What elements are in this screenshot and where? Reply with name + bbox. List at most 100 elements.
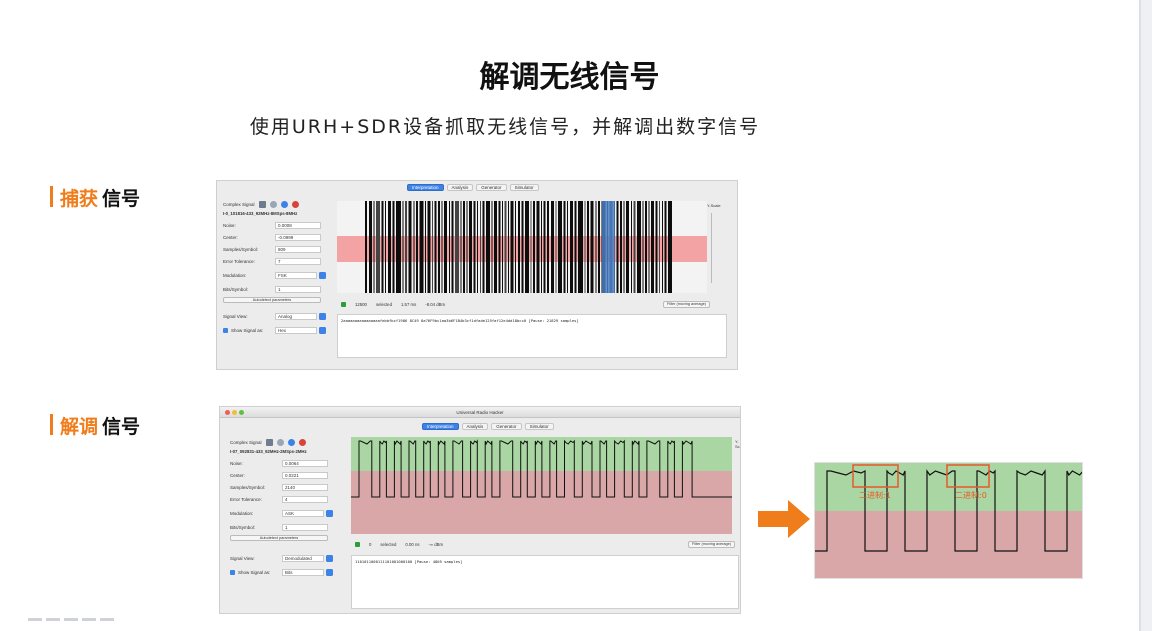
save-icon[interactable]	[265, 438, 273, 446]
window-zoom-icon[interactable]	[239, 410, 244, 415]
modulation-select[interactable]: FSK	[275, 271, 317, 279]
replay-icon[interactable]	[287, 438, 295, 446]
selection-power: -∞ dBm	[428, 542, 444, 547]
autodetect-button[interactable]: Autodetect parameters	[223, 297, 321, 303]
signal-bar	[441, 201, 443, 293]
bits-symbol-input[interactable]: 1	[275, 285, 321, 293]
demod-waveform	[351, 437, 732, 534]
tab-simulator[interactable]: Simulator	[524, 423, 554, 430]
param-modulation: Modulation: ASK	[230, 505, 348, 521]
demod-screenshot: Universal Radio Hacker Interpretation An…	[219, 406, 741, 614]
window-close-icon[interactable]	[225, 410, 230, 415]
signal-bar	[521, 201, 524, 293]
play-icon[interactable]	[355, 542, 360, 547]
signal-bar	[508, 201, 509, 293]
signal-view-select[interactable]: Demodulated	[282, 554, 324, 562]
signal-view-label: Signal View:	[223, 313, 248, 319]
signal-bar	[460, 201, 462, 293]
window-titlebar: Universal Radio Hacker	[220, 407, 740, 418]
y-scale-label: Y-Sc	[735, 439, 740, 449]
show-signal-select[interactable]: Hex	[275, 326, 317, 334]
signal-bar	[620, 201, 622, 293]
capture-tab-bar: Interpretation Analysis Generator Simula…	[407, 184, 539, 191]
demod-param-panel: Complex Signal I-07_092831-433_92MHz-2MS…	[230, 437, 348, 579]
signal-bar	[587, 201, 589, 293]
show-signal-dropdown-icon[interactable]	[319, 326, 326, 334]
noise-input[interactable]: 0.0008	[275, 221, 321, 229]
signal-bar	[491, 201, 493, 293]
tab-simulator[interactable]: Simulator	[509, 184, 539, 191]
signal-bar	[413, 201, 415, 293]
demod-tab-bar: Interpretation Analysis Generator Simula…	[422, 423, 554, 430]
capture-status-bar: 12500 selected 1.57 ms -8.04 dBm	[341, 302, 445, 307]
binary-1-label: 二进制:1	[859, 490, 891, 500]
capture-bits-view[interactable]: 2aaaaaaaaaaaaaaaafebbfbcf1986 8C49 8a76F…	[337, 314, 727, 358]
demod-signal-view[interactable]	[351, 437, 732, 534]
zoom-lower-band	[815, 511, 1082, 578]
modulation-dropdown-icon[interactable]	[319, 271, 326, 279]
signal-view-label: Signal View:	[230, 555, 255, 561]
replay-icon[interactable]	[280, 200, 288, 208]
close-icon[interactable]	[298, 438, 306, 446]
signal-bar	[405, 201, 407, 293]
show-signal-dropdown-icon[interactable]	[326, 568, 333, 576]
samples-input[interactable]: 2140	[282, 483, 328, 491]
signal-bar	[547, 201, 549, 293]
tolerance-input[interactable]: 7	[275, 257, 321, 265]
signal-bar	[574, 201, 577, 293]
signal-bar	[455, 201, 459, 293]
signal-bar	[510, 201, 514, 293]
signal-bar	[466, 201, 468, 293]
signal-bar	[480, 201, 481, 293]
signal-bar	[425, 201, 426, 293]
save-icon[interactable]	[258, 200, 266, 208]
tab-generator[interactable]: Generator	[476, 184, 507, 191]
signal-bar	[449, 201, 450, 293]
play-icon[interactable]	[341, 302, 346, 307]
signal-bar	[584, 201, 586, 293]
center-input[interactable]: 0.0221	[282, 471, 328, 479]
show-signal-checkbox[interactable]	[223, 327, 228, 333]
param-tolerance: Error Tolerance: 4	[230, 493, 348, 505]
signal-view-select[interactable]: Analog	[275, 312, 317, 320]
window-minimize-icon[interactable]	[232, 410, 237, 415]
info-icon[interactable]	[269, 200, 277, 208]
bits-symbol-input[interactable]: 1	[282, 523, 328, 531]
noise-input[interactable]: 0.0064	[282, 459, 328, 467]
show-signal-select[interactable]: Bits	[282, 568, 324, 576]
signal-bar	[504, 201, 507, 293]
section-label-capture-rest: 信号	[102, 188, 141, 210]
signal-bar	[551, 201, 554, 293]
signal-bar	[396, 201, 401, 293]
signal-view-dropdown-icon[interactable]	[319, 312, 326, 320]
param-samples: Samples/Symbol: 809	[223, 243, 333, 255]
y-scale-slider[interactable]	[711, 213, 712, 283]
modulation-select[interactable]: ASK	[282, 509, 324, 517]
signal-bar	[558, 201, 562, 293]
signal-bar	[651, 201, 654, 293]
tolerance-input[interactable]: 4	[282, 495, 328, 503]
param-tolerance-label: Error Tolerance:	[230, 496, 262, 502]
autodetect-button[interactable]: Autodetect parameters	[230, 535, 328, 541]
tab-generator[interactable]: Generator	[491, 423, 522, 430]
tab-interpretation[interactable]: Interpretation	[422, 423, 459, 430]
info-icon[interactable]	[276, 438, 284, 446]
samples-input[interactable]: 809	[275, 245, 321, 253]
demod-bits-view[interactable]: 1101011000111101001000100 [Pause: 4805 s…	[351, 555, 739, 609]
signal-view-dropdown-icon[interactable]	[326, 554, 333, 562]
signal-header: Complex Signal	[230, 437, 348, 447]
tab-interpretation[interactable]: Interpretation	[407, 184, 444, 191]
center-input[interactable]: -0.0999	[275, 233, 321, 241]
modulation-dropdown-icon[interactable]	[326, 509, 333, 517]
close-icon[interactable]	[291, 200, 299, 208]
filter-button[interactable]: Filter (moving average)	[663, 301, 711, 308]
selection-highlight	[602, 201, 615, 293]
tab-analysis[interactable]: Analysis	[461, 423, 489, 430]
param-modulation-label: Modulation:	[223, 272, 247, 278]
tab-analysis[interactable]: Analysis	[446, 184, 474, 191]
window-title: Universal Radio Hacker	[456, 410, 504, 415]
capture-signal-view[interactable]	[337, 201, 707, 293]
show-signal-checkbox[interactable]	[230, 569, 235, 575]
filter-button[interactable]: Filter (moving average)	[688, 541, 736, 548]
param-tolerance-label: Error Tolerance:	[223, 258, 255, 264]
